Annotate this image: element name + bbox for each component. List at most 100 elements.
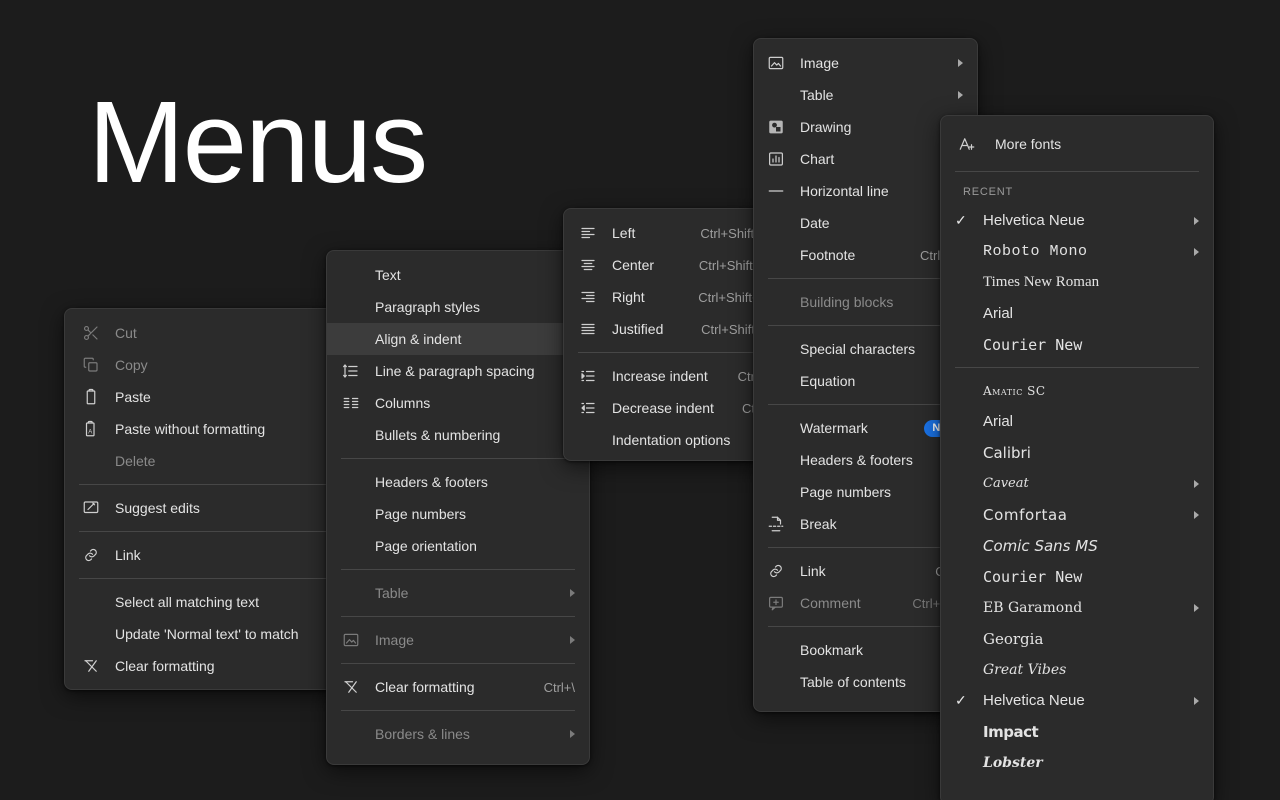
menu-item-label: Align & indent: [375, 331, 462, 347]
check-icon: ✓: [955, 692, 967, 708]
font-option-courier-new[interactable]: Courier New: [941, 329, 1213, 360]
font-option-helvetica-neue[interactable]: ✓ Helvetica Neue: [941, 685, 1213, 716]
submenu-arrow-icon: [1194, 603, 1199, 612]
menu-item-text[interactable]: Text: [327, 259, 589, 291]
font-option-lobster[interactable]: Lobster: [941, 747, 1213, 778]
submenu-arrow-icon: [958, 91, 963, 99]
menu-item-paragraph-styles[interactable]: Paragraph styles: [327, 291, 589, 323]
font-option-label: Roboto Mono: [983, 243, 1088, 260]
menu-item-label: Comment: [800, 595, 861, 611]
image-icon: [766, 53, 786, 73]
icon-placeholder: [341, 504, 361, 524]
font-option-courier-new[interactable]: Courier New: [941, 561, 1213, 592]
font-option-label: Great Vibes: [983, 661, 1067, 678]
icon-placeholder: [766, 371, 786, 391]
font-option-arial[interactable]: Arial: [941, 406, 1213, 437]
scissors-icon: [81, 323, 101, 343]
copy-icon: [81, 355, 101, 375]
icon-placeholder: [341, 425, 361, 445]
icon-placeholder: [341, 724, 361, 744]
menu-item-label: Increase indent: [612, 368, 708, 384]
menu-item-justified[interactable]: Justified Ctrl+Shift+J: [564, 313, 783, 345]
menu-item-decrease-indent[interactable]: Decrease indentCtrl+[: [564, 392, 783, 424]
menu-item-line-paragraph-spacing[interactable]: Line & paragraph spacing: [327, 355, 589, 387]
font-option-label: Courier New: [983, 567, 1083, 586]
submenu-arrow-icon: [1194, 479, 1199, 488]
font-option-great-vibes[interactable]: Great Vibes: [941, 654, 1213, 685]
icon-placeholder: [81, 451, 101, 471]
submenu-arrow-icon: [958, 59, 963, 67]
menu-item-label: Bullets & numbering: [375, 427, 501, 443]
menu-item-clear-formatting[interactable]: Clear formatting Ctrl+\: [327, 671, 589, 703]
icon-placeholder: [766, 672, 786, 692]
menu-item-page-orientation[interactable]: Page orientation: [327, 530, 589, 562]
font-picker-menu[interactable]: More fonts RECENT ✓ Helvetica Neue Roboto Mo…: [940, 115, 1214, 800]
menu-item-align-indent[interactable]: Align & indent: [327, 323, 589, 355]
font-option-impact[interactable]: Impact: [941, 716, 1213, 747]
menu-item-label: Watermark: [800, 420, 868, 436]
font-option-georgia[interactable]: Georgia: [941, 623, 1213, 654]
menu-item-label: Headers & footers: [800, 452, 913, 468]
menu-item-right[interactable]: Right Ctrl+Shift+R: [564, 281, 783, 313]
menu-item-label: Text: [375, 267, 401, 283]
image-icon: [341, 630, 361, 650]
menu-separator: [768, 325, 963, 326]
icon-placeholder: [766, 339, 786, 359]
menu-item-increase-indent[interactable]: Increase indentCtrl+]: [564, 360, 783, 392]
icon-placeholder: [341, 297, 361, 317]
align-justify-icon: [578, 319, 598, 339]
icon-placeholder: [341, 265, 361, 285]
line-spacing-icon: [341, 361, 361, 381]
menu-item-label: Date: [800, 215, 830, 231]
comment-icon: [766, 593, 786, 613]
menu-separator: [341, 616, 575, 617]
menu-item-indentation-options[interactable]: Indentation options: [564, 424, 783, 456]
menu-item-page-numbers[interactable]: Page numbers: [327, 498, 589, 530]
svg-text:A: A: [88, 430, 92, 436]
align-indent-submenu[interactable]: Left Ctrl+Shift+L Center Ctrl+Shift+E Right C…: [563, 208, 784, 461]
menu-item-label: Headers & footers: [375, 474, 488, 490]
menu-item-label: Page numbers: [375, 506, 467, 522]
menu-item-label: Paste without formatting: [115, 421, 266, 437]
recent-fonts-group-label: RECENT: [963, 186, 1014, 198]
font-option-comfortaa[interactable]: Comfortaa: [941, 499, 1213, 530]
menu-item-columns[interactable]: Columns: [327, 387, 589, 419]
font-option-label: Caveat: [983, 476, 1029, 491]
font-option-comic-sans-ms[interactable]: Comic Sans MS: [941, 530, 1213, 561]
font-option-label: Georgia: [983, 629, 1044, 648]
menu-item-label: Table of contents: [800, 674, 906, 690]
font-option-label: Amatic SC: [983, 383, 1046, 398]
increase-indent-icon: [578, 366, 598, 386]
menu-separator: [768, 547, 963, 548]
font-option-calibri[interactable]: Calibri: [941, 437, 1213, 468]
menu-item-label: Clear formatting: [375, 679, 475, 695]
menu-item-label: Decrease indent: [612, 400, 714, 416]
font-option-roboto-mono[interactable]: Roboto Mono: [941, 236, 1213, 267]
format-menu[interactable]: Text Paragraph styles Align & indent Line &…: [326, 250, 590, 765]
align-center-icon: [578, 255, 598, 275]
menu-separator: [341, 710, 575, 711]
menu-item-table[interactable]: Table: [754, 79, 977, 111]
more-fonts-button[interactable]: More fonts: [941, 124, 1213, 164]
font-option-amatic-sc[interactable]: Amatic SC: [941, 375, 1213, 406]
menu-item-center[interactable]: Center Ctrl+Shift+E: [564, 249, 783, 281]
menu-separator: [768, 626, 963, 627]
menu-item-bullets-numbering[interactable]: Bullets & numbering: [327, 419, 589, 451]
menu-item-left[interactable]: Left Ctrl+Shift+L: [564, 217, 783, 249]
menu-item-image[interactable]: Image: [754, 47, 977, 79]
icon-placeholder: [766, 640, 786, 660]
clear-formatting-icon: [81, 656, 101, 676]
font-option-caveat[interactable]: Caveat: [941, 468, 1213, 499]
icon-placeholder: [341, 583, 361, 603]
font-option-helvetica-neue[interactable]: ✓ Helvetica Neue: [941, 205, 1213, 236]
page-title: Menus: [88, 77, 428, 207]
menu-item-headers-footers[interactable]: Headers & footers: [327, 466, 589, 498]
font-option-arial[interactable]: Arial: [941, 298, 1213, 329]
menu-item-label: Building blocks: [800, 294, 894, 310]
icon-placeholder: [578, 430, 598, 450]
font-option-eb-garamond[interactable]: EB Garamond: [941, 592, 1213, 623]
submenu-arrow-icon: [1194, 696, 1199, 705]
menu-item-label: Table: [800, 87, 834, 103]
menu-item-label: Center: [612, 257, 655, 273]
font-option-times-new-roman[interactable]: Times New Roman: [941, 267, 1213, 298]
